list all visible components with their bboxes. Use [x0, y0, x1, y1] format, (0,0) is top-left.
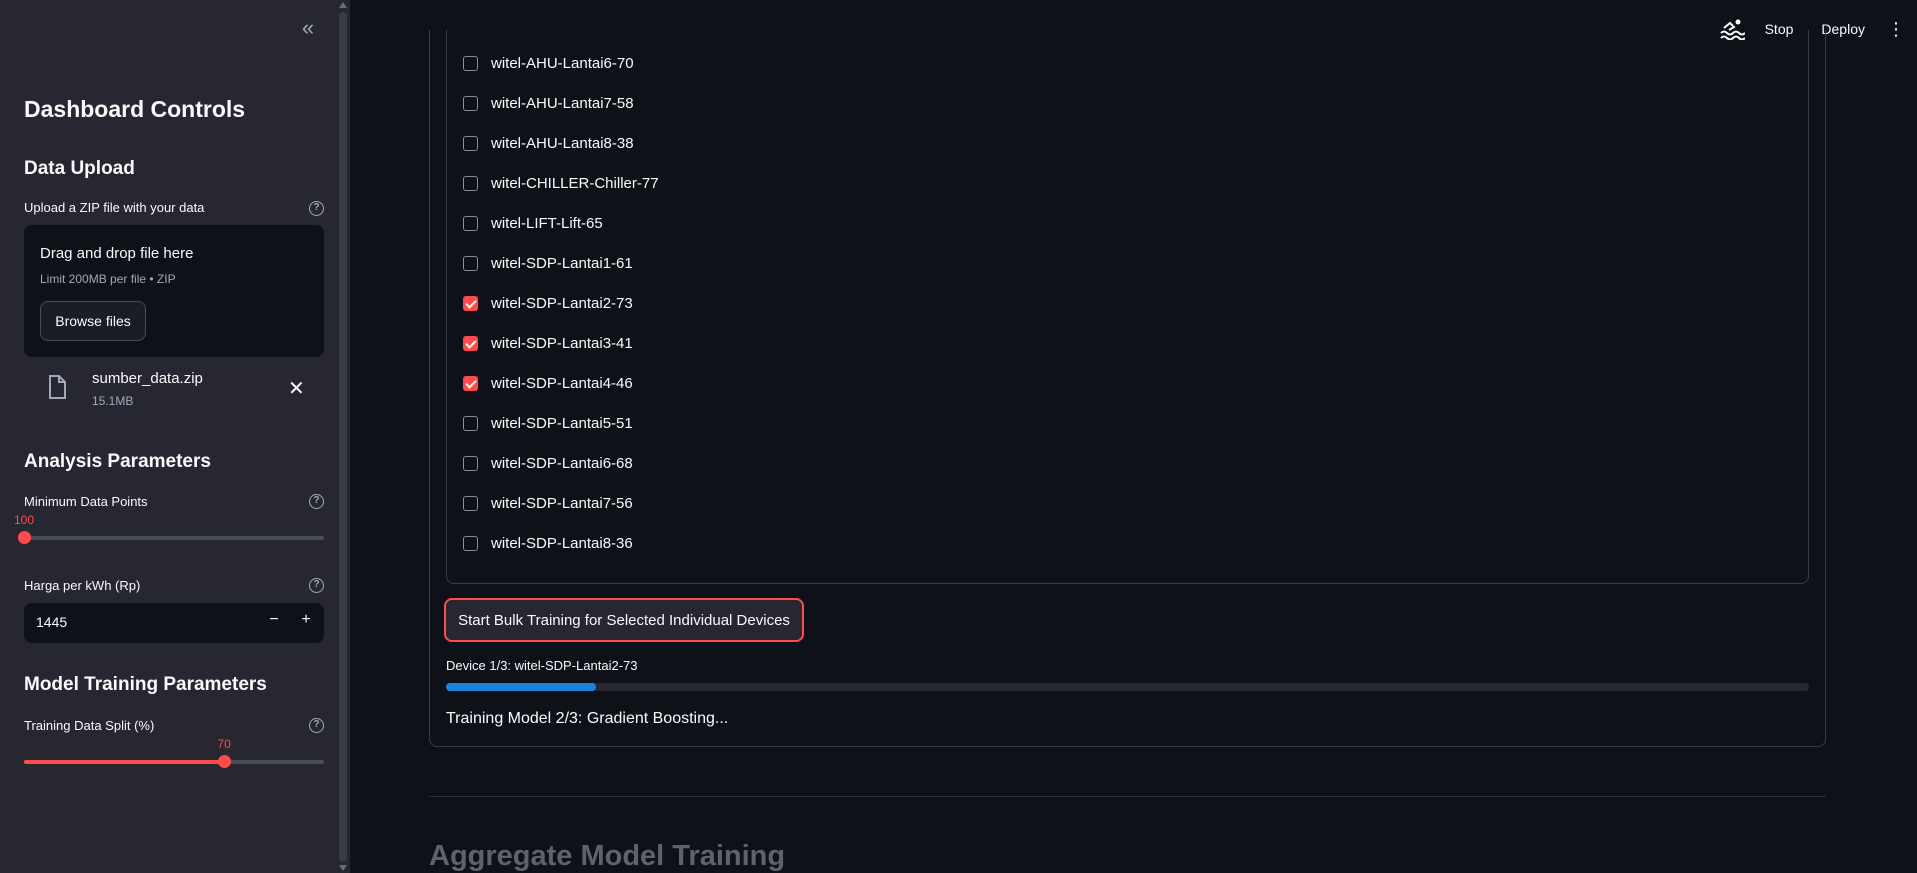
progress-label: Device 1/3: witel-SDP-Lantai2-73 [446, 658, 638, 673]
help-icon[interactable]: ? [309, 201, 324, 216]
device-label: witel-SDP-Lantai3-41 [491, 334, 633, 352]
device-checkbox-item[interactable]: witel-AHU-Lantai6-70 [463, 52, 634, 74]
dropzone-title: Drag and drop file here [40, 245, 194, 262]
file-name: sumber_data.zip [92, 370, 203, 387]
scrollbar-thumb[interactable] [339, 12, 347, 862]
device-checkbox-item[interactable]: witel-SDP-Lantai3-41 [463, 332, 633, 354]
price-value[interactable]: 1445 [36, 614, 67, 630]
device-checkbox-item[interactable]: witel-CHILLER-Chiller-77 [463, 172, 659, 194]
checkbox[interactable] [463, 415, 478, 431]
device-label: witel-LIFT-Lift-65 [491, 214, 603, 232]
collapse-sidebar-icon[interactable]: « [297, 17, 319, 40]
price-per-kwh-input[interactable]: 1445 − + [24, 603, 324, 643]
sidebar-title: Dashboard Controls [24, 96, 246, 122]
checkbox[interactable] [463, 495, 478, 511]
help-icon[interactable]: ? [309, 578, 324, 593]
upload-label: Upload a ZIP file with your data [24, 200, 205, 215]
device-checkbox-item[interactable]: witel-SDP-Lantai6-68 [463, 452, 633, 474]
slider-thumb[interactable] [218, 755, 232, 768]
checkbox[interactable] [463, 135, 478, 151]
progress-bar [446, 683, 1809, 691]
training-status-text: Training Model 2/3: Gradient Boosting... [446, 710, 729, 727]
device-checkbox-item[interactable]: witel-AHU-Lantai8-38 [463, 132, 634, 154]
device-checkbox-item[interactable]: witel-LIFT-Lift-65 [463, 212, 603, 234]
uploaded-file: sumber_data.zip 15.1MB ✕ [24, 366, 324, 412]
slider-fill [24, 760, 225, 764]
device-checkbox-item[interactable]: witel-SDP-Lantai1-61 [463, 252, 633, 274]
help-icon[interactable]: ? [309, 494, 324, 509]
decrement-button[interactable]: − [264, 611, 284, 635]
slider-value: 70 [217, 737, 231, 751]
scroll-down-icon[interactable] [339, 865, 347, 871]
data-upload-heading: Data Upload [24, 158, 135, 179]
sidebar-scrollbar[interactable] [336, 0, 350, 873]
analysis-parameters-heading: Analysis Parameters [24, 451, 211, 472]
device-checkbox-list: witel-AHU-Lantai6-70 witel-AHU-Lantai7-58… [446, 30, 1809, 584]
device-checkbox-item[interactable]: witel-SDP-Lantai4-46 [463, 372, 633, 394]
dropzone-limit: Limit 200MB per file • ZIP [40, 272, 176, 286]
device-label: witel-AHU-Lantai7-58 [491, 94, 634, 112]
min-data-points-slider[interactable]: 100 [14, 513, 324, 544]
aggregate-model-training-heading: Aggregate Model Training [429, 840, 786, 872]
device-label: witel-SDP-Lantai5-51 [491, 414, 633, 432]
increment-button[interactable]: + [296, 611, 316, 635]
slider-thumb[interactable] [18, 531, 31, 544]
device-checkbox-item[interactable]: witel-AHU-Lantai7-58 [463, 92, 634, 114]
device-checkbox-item[interactable]: witel-SDP-Lantai2-73 [463, 292, 633, 314]
browse-files-button[interactable]: Browse files [40, 301, 146, 341]
device-label: witel-SDP-Lantai2-73 [491, 294, 633, 312]
file-dropzone[interactable]: Drag and drop file here Limit 200MB per … [24, 225, 324, 357]
checkbox[interactable] [463, 55, 478, 71]
device-label: witel-CHILLER-Chiller-77 [491, 174, 659, 192]
device-checkbox-item[interactable]: witel-SDP-Lantai7-56 [463, 492, 633, 514]
deploy-button[interactable]: Deploy [1821, 21, 1865, 37]
checkbox-checked[interactable] [463, 375, 478, 391]
checkbox[interactable] [463, 455, 478, 471]
device-label: witel-SDP-Lantai4-46 [491, 374, 633, 392]
model-training-parameters-heading: Model Training Parameters [24, 674, 267, 695]
device-label: witel-SDP-Lantai6-68 [491, 454, 633, 472]
slider-value: 100 [13, 513, 35, 527]
close-icon[interactable]: ✕ [288, 376, 305, 401]
price-per-kwh-label: Harga per kWh (Rp) [24, 578, 141, 593]
scroll-up-icon[interactable] [339, 2, 347, 8]
device-label: witel-AHU-Lantai8-38 [491, 134, 634, 152]
device-label: witel-AHU-Lantai6-70 [491, 54, 634, 72]
checkbox[interactable] [463, 175, 478, 191]
section-divider [429, 796, 1826, 797]
checkbox[interactable] [463, 95, 478, 111]
sidebar: « Dashboard Controls Data Upload Upload … [0, 0, 336, 873]
checkbox-checked[interactable] [463, 295, 478, 311]
training-split-label: Training Data Split (%) [24, 718, 155, 733]
device-label: witel-SDP-Lantai8-36 [491, 534, 633, 552]
device-checkbox-item[interactable]: witel-SDP-Lantai8-36 [463, 532, 633, 554]
checkbox[interactable] [463, 535, 478, 551]
device-label: witel-SDP-Lantai7-56 [491, 494, 633, 512]
start-bulk-training-button[interactable]: Start Bulk Training for Selected Individ… [444, 598, 804, 642]
training-split-slider[interactable]: 70 [24, 737, 324, 768]
device-label: witel-SDP-Lantai1-61 [491, 254, 633, 272]
file-icon [49, 375, 66, 399]
progress-bar-fill [446, 683, 596, 691]
help-icon[interactable]: ? [309, 718, 324, 733]
more-menu-icon[interactable]: ⋮ [1887, 19, 1905, 40]
file-size: 15.1MB [92, 394, 134, 408]
min-data-points-label: Minimum Data Points [24, 494, 148, 509]
checkbox[interactable] [463, 215, 478, 231]
checkbox[interactable] [463, 255, 478, 271]
device-checkbox-item[interactable]: witel-SDP-Lantai5-51 [463, 412, 633, 434]
checkbox-checked[interactable] [463, 335, 478, 351]
